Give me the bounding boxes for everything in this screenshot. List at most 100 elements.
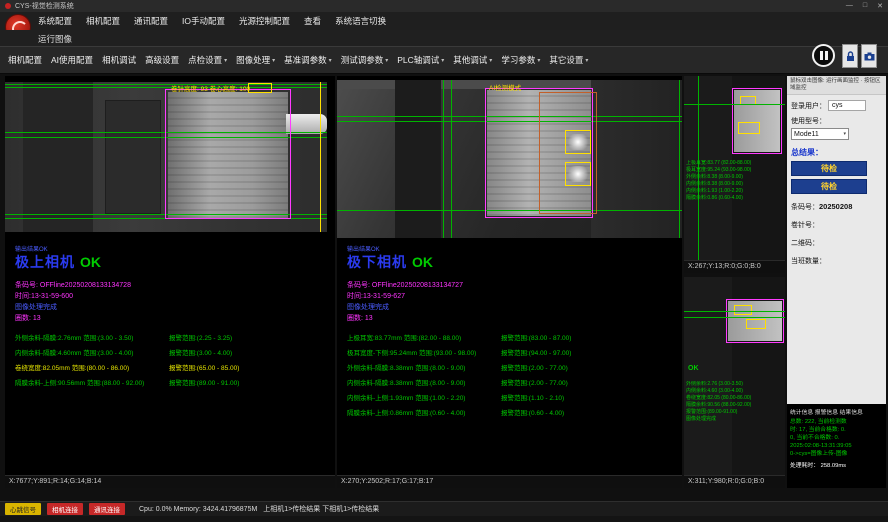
- menu-item-comm-config[interactable]: 通讯配置: [134, 15, 168, 27]
- toolbar-spot-check[interactable]: 点检设置▾: [188, 54, 227, 66]
- toolbar-image-processing[interactable]: 图像处理▾: [236, 54, 275, 66]
- toolbar-ai-config[interactable]: AI使用配置: [51, 54, 93, 66]
- measurement-row: 隔膜余料-上侧:90.56mm 范围:(88.00 - 92.00)报警范围:(…: [15, 377, 331, 392]
- overlay-line: [451, 80, 452, 238]
- measurement-row: 极耳宽度-下侧:95.24mm 范围:(93.00 - 98.00)报警范围:(…: [347, 347, 678, 362]
- measurement-rows: 上极耳宽:83.77mm 范围:(82.00 - 88.00)报警范围:(83.…: [347, 332, 678, 422]
- preview-measurements: 外侧余料:2.76 (3.00-3.50) 内侧余料:4.60 (3.00-4.…: [686, 381, 783, 423]
- overlay-line: [443, 80, 444, 238]
- menu-item-language[interactable]: 系统语言切换: [335, 15, 386, 27]
- measurement-row: 隔膜余料-上侧:0.86mm 范围:(0.60 - 4.00)报警范围:(0.6…: [347, 407, 678, 422]
- overlay-line: [5, 87, 327, 88]
- lock-button[interactable]: [842, 44, 858, 68]
- roi-rect-magenta: [165, 89, 291, 219]
- chevron-down-icon: ▾: [224, 57, 227, 64]
- chevron-down-icon: ▾: [441, 57, 444, 64]
- menu-item-light-config[interactable]: 光源控制配置: [239, 15, 290, 27]
- machine-part: [105, 100, 161, 214]
- preview-measurements: 上极耳宽:83.77 (82.00-88.00) 极耳宽度:95.24 (93.…: [686, 160, 783, 202]
- pause-icon: [820, 51, 823, 60]
- preview-view-1[interactable]: 上极耳宽:83.77 (82.00-88.00) 极耳宽度:95.24 (93.…: [684, 76, 785, 273]
- result-value-box: 待检: [791, 179, 867, 194]
- heartbeat-badge: 心跳信号: [5, 503, 41, 515]
- overlay-line: [684, 104, 785, 105]
- login-user-row: 登录用户： cys: [791, 100, 882, 111]
- minimize-button[interactable]: —: [846, 2, 853, 10]
- pause-icon: [825, 51, 828, 60]
- qr-label: 二维码：: [791, 238, 882, 248]
- camera-image-upper: 卷针高度: 93 卷心高度: 100: [5, 82, 327, 232]
- stats-line: 0->cys=图像上传-图像: [790, 450, 883, 458]
- pixel-coordinates: X:270;Y:2502;R:17;G:17;B:17: [337, 475, 682, 488]
- cpu-memory-text: Cpu: 0.0% Memory: 3424.41796875M: [139, 506, 257, 513]
- login-user-label: 登录用户：: [791, 101, 826, 111]
- measurement-row-warning: 卷绕宽度:82.05mm 范围:(80.00 - 86.00)报警范围:(65.…: [15, 362, 331, 377]
- menu-item-view[interactable]: 查看: [304, 15, 321, 27]
- chevron-down-icon: ▾: [537, 57, 540, 64]
- menu-item-camera-config[interactable]: 相机配置: [86, 15, 120, 27]
- measurement-row: 内侧余料-隔膜:4.60mm 范围:(3.00 - 4.00)报警范围:(3.0…: [15, 347, 331, 362]
- machine-part: [591, 80, 682, 238]
- maximize-button[interactable]: □: [863, 2, 867, 10]
- preview-view-2[interactable]: OK 外侧余料:2.76 (3.00-3.50) 内侧余料:4.60 (3.00…: [684, 277, 785, 488]
- time-text: 时间:13-31-59-627: [347, 291, 405, 301]
- toolbar-camera-config[interactable]: 相机配置: [8, 54, 42, 66]
- camera-link-badge: 相机连接: [47, 503, 83, 515]
- overlay-line: [320, 82, 321, 232]
- chevron-down-icon: ▾: [385, 57, 388, 64]
- elapsed-time: 处理耗时： 258.09ms: [790, 460, 883, 469]
- menu-item-system-config[interactable]: 系统配置: [38, 15, 72, 27]
- model-label: 使用型号：: [791, 116, 826, 126]
- machine-part: [395, 80, 441, 238]
- pixel-coordinates: X:7677;Y:891;R:14;G:14;B:14: [5, 475, 335, 488]
- chevron-down-icon: ▾: [843, 131, 846, 137]
- measurement-row: 内侧余料-上侧:1.93mm 范围:(1.00 - 2.20)报警范围:(1.1…: [347, 392, 678, 407]
- camera-image-lower: AI检测模式: [337, 80, 682, 238]
- toolbar-other-settings[interactable]: 其它设置▾: [549, 54, 588, 66]
- roi-rect-yellow: [565, 130, 591, 154]
- roi-rect-yellow: [248, 83, 272, 93]
- camera-title: 极下相机OK: [347, 252, 433, 272]
- toolbar-camera-debug[interactable]: 相机调试: [102, 54, 136, 66]
- stats-line: 2025:02:08-13:31:39:05: [790, 442, 883, 450]
- result-ok: OK: [688, 365, 699, 372]
- overlay-line: [684, 317, 785, 318]
- menu-bar: 系统配置 相机配置 通讯配置 IO手动配置 光源控制配置 查看 系统语言切换: [0, 12, 888, 30]
- side-panel: 鼠标双击图像: 运行画面监控 · 按钮区域监控 登录用户： cys 使用型号： …: [787, 76, 886, 488]
- menu-item-io-config[interactable]: IO手动配置: [182, 15, 225, 27]
- measurement-row: 上极耳宽:83.77mm 范围:(82.00 - 88.00)报警范围:(83.…: [347, 332, 678, 347]
- toolbar-advanced-settings[interactable]: 高级设置: [145, 54, 179, 66]
- stats-panel: 统计信息 报警信息 结果信息 总数: 222, 当前检测数 时: 17, 当前合…: [787, 404, 886, 488]
- count-text: 圈数: 13: [347, 313, 373, 323]
- camera-icon: [864, 52, 875, 61]
- pixel-coordinates: X:267;Y:13;R:0;G:0;B:0: [684, 260, 785, 273]
- snapshot-button[interactable]: [861, 44, 877, 68]
- roi-rect-yellow: [746, 319, 766, 329]
- app-icon: [5, 3, 11, 9]
- result-ok: OK: [412, 254, 433, 270]
- overlay-line: [5, 84, 327, 85]
- toolbar-baseline-params[interactable]: 基准调参数▾: [284, 54, 332, 66]
- toolbar-test-params[interactable]: 测试调参数▾: [341, 54, 389, 66]
- stats-header: 统计信息 报警信息 结果信息: [790, 407, 883, 416]
- camera-view-upper[interactable]: 卷针高度: 93 卷心高度: 100 输出结果OK 极上相机OK 条码号: OF…: [5, 76, 335, 488]
- tab-run-image[interactable]: 运行图像: [38, 33, 72, 45]
- toolbar-plc-axis[interactable]: PLC轴调试▾: [397, 54, 444, 66]
- pause-button[interactable]: [812, 44, 835, 67]
- toolbar-other-debug[interactable]: 其他调试▾: [453, 54, 492, 66]
- time-text: 时间:13-31-59-600: [15, 291, 73, 301]
- barcode-value: 20250208: [819, 202, 852, 211]
- camera-title: 极上相机OK: [15, 252, 101, 272]
- measurement-row: 外侧余料-隔膜:2.76mm 范围:(3.00 - 3.50)报警范围:(2.2…: [15, 332, 331, 347]
- close-button[interactable]: ✕: [877, 2, 883, 10]
- process-status: 图像处理完成: [15, 302, 57, 312]
- toolbar-learning-params[interactable]: 学习参数▾: [501, 54, 540, 66]
- chevron-down-icon: ▾: [272, 57, 275, 64]
- status-bar: 心跳信号 相机连接 通讯连接 Cpu: 0.0% Memory: 3424.41…: [0, 501, 888, 516]
- chevron-down-icon: ▾: [489, 57, 492, 64]
- shift-count-label: 当班数量：: [791, 256, 882, 266]
- model-select[interactable]: Mode11 ▾: [791, 128, 849, 140]
- camera-view-lower[interactable]: AI检测模式 输出结果OK 极下相机OK 条码号: OFFline2025020…: [337, 76, 682, 488]
- pixel-coordinates: X:311;Y:980;R:0;G:0;B:0: [684, 475, 785, 488]
- hint-text: 鼠标双击图像: 运行画面监控 · 按钮区域监控: [787, 76, 886, 95]
